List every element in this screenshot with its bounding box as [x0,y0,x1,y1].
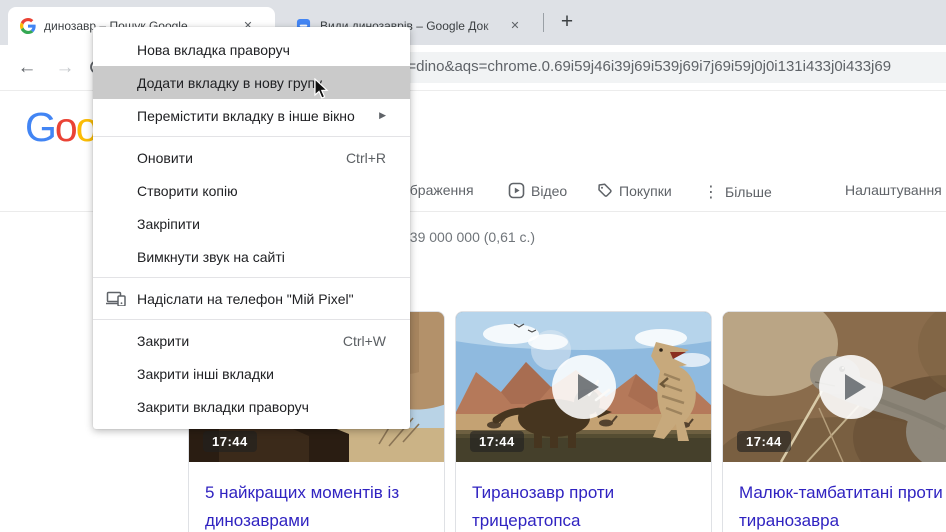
menu-item-duplicate[interactable]: Створити копію [93,174,410,207]
video-thumbnail[interactable]: 17:44 [456,312,711,462]
devices-icon [106,291,127,309]
video-title-link[interactable]: Тиранозавр проти трицератопса [472,479,695,532]
video-duration: 17:44 [737,431,791,452]
menu-separator [93,136,410,137]
video-icon [508,182,525,199]
new-tab-button[interactable]: + [553,9,581,37]
forward-button[interactable]: → [52,55,78,81]
play-button[interactable] [819,355,883,419]
google-g-icon [20,18,36,34]
nav-tab-more[interactable]: ⋮ Більше [703,182,772,202]
shortcut-label: Ctrl+R [346,150,386,166]
nav-tab-video[interactable]: Відео [508,182,567,199]
video-duration: 17:44 [203,431,257,452]
back-button[interactable]: ← [14,55,40,81]
menu-separator [93,277,410,278]
url-text[interactable]: q=dino&aqs=chrome.0.69i59j46i39j69i539j6… [399,58,891,75]
menu-item-close-other-tabs[interactable]: Закрити інші вкладки [93,357,410,390]
nav-tab-shopping[interactable]: Покупки [596,182,672,199]
play-icon [578,374,599,400]
shortcut-label: Ctrl+W [343,333,386,349]
menu-item-close[interactable]: ЗакритиCtrl+W [93,324,410,357]
browser-window: Google ображення Відео Покупки ⋮ Більше [0,0,946,532]
menu-item-new-tab-right[interactable]: Нова вкладка праворуч [93,33,410,66]
results-stats: 339 000 000 (0,61 с.) [402,229,535,245]
menu-item-move-tab-to-window[interactable]: Перемістити вкладку в інше вікно▶ [93,99,410,132]
play-button[interactable] [552,355,616,419]
tab-context-menu: Нова вкладка праворуч Додати вкладку в н… [93,27,410,429]
menu-item-send-to-phone[interactable]: Надіслати на телефон "Мій Pixel" [93,282,410,315]
nav-tab-images[interactable]: ображення [402,182,474,198]
submenu-arrow-icon: ▶ [379,110,386,121]
more-vert-icon: ⋮ [703,182,719,202]
shopping-tag-icon [596,182,613,199]
menu-item-reload[interactable]: ОновитиCtrl+R [93,141,410,174]
video-title-link[interactable]: 5 найкращих моментів із динозаврами [205,479,428,532]
mouse-cursor [313,78,333,105]
menu-item-add-tab-to-group[interactable]: Додати вкладку в нову групу [93,66,410,99]
menu-separator [93,319,410,320]
nav-link-settings[interactable]: Налаштування [845,182,942,198]
tab-title-fade [483,16,509,38]
menu-item-close-tabs-right[interactable]: Закрити вкладки праворуч [93,390,410,423]
play-icon [845,374,866,400]
tab-divider [543,13,544,32]
menu-item-mute-site[interactable]: Вимкнути звук на сайті [93,240,410,273]
video-thumbnail[interactable]: 17:44 [723,312,946,462]
video-duration: 17:44 [470,431,524,452]
video-card[interactable]: 17:44 Малюк-тамбатитані проти тиранозавр… [722,311,946,532]
video-card[interactable]: 17:44 Тиранозавр проти трицератопса [455,311,712,532]
video-title-link[interactable]: Малюк-тамбатитані проти тиранозавра [739,479,946,532]
menu-item-pin[interactable]: Закріпити [93,207,410,240]
